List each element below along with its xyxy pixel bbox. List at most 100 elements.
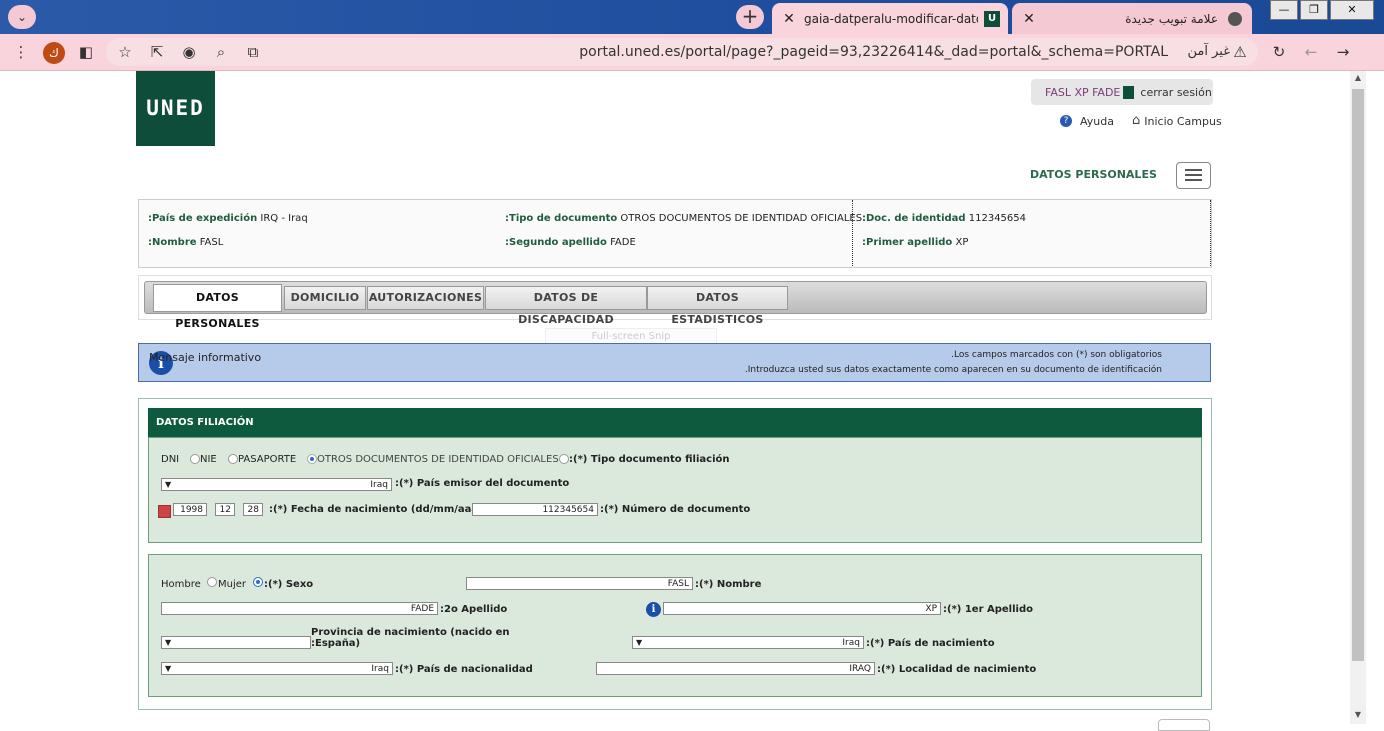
- info-message-1: .Los campos marcados con (*) son obligat…: [951, 350, 1162, 360]
- window-close-button[interactable]: ✕: [1330, 0, 1374, 20]
- num-doc-label: :(*) Número de documento: [600, 504, 751, 515]
- summary-primer-apellido: :Primer apellido XP: [862, 237, 968, 248]
- num-doc-input[interactable]: 112345654: [472, 503, 598, 516]
- birth-month-input[interactable]: 12: [215, 503, 235, 516]
- browser-tab-newtab[interactable]: ✕ علامة تبويب جديدة: [1012, 3, 1252, 34]
- summary-segundo-apellido: :Segundo apellido FADE: [505, 237, 636, 248]
- browser-tab-active[interactable]: ✕ gaia-datperalu-modificar-datosp U: [772, 3, 1008, 34]
- summary-doc-identidad: :Doc. de identidad 112345654: [862, 213, 1026, 224]
- apellido1-input[interactable]: XP: [663, 602, 941, 615]
- nacionalidad-label: :(*) País de nacionalidad: [395, 664, 533, 675]
- summary-label: :País de expedición: [148, 213, 258, 224]
- menu-line: [1185, 179, 1202, 181]
- sexo-hombre-label: Hombre: [161, 579, 201, 590]
- filiacion-form: DATOS FILIACIÓN DNI NIE PASAPORTE OTROS …: [138, 398, 1212, 710]
- plus-icon: +: [741, 4, 759, 28]
- tab-domicilio[interactable]: DOMICILIO: [284, 286, 366, 310]
- scroll-down-icon[interactable]: ▼: [1350, 710, 1366, 724]
- window-controls: — ❐ ✕: [1268, 0, 1374, 20]
- nacionalidad-select[interactable]: ▼ Iraq: [161, 662, 393, 675]
- scrollbar-thumb[interactable]: [1352, 89, 1364, 661]
- pais-emisor-select[interactable]: ▼ Iraq: [161, 478, 392, 491]
- forward-arrow-icon[interactable]: →: [1333, 42, 1353, 62]
- chevron-down-icon: ▼: [165, 664, 172, 673]
- uned-logo[interactable]: UNED: [136, 71, 215, 146]
- star-icon[interactable]: ☆: [115, 42, 135, 62]
- security-text: غير آمن: [1187, 44, 1231, 59]
- omnibox[interactable]: ☆ ⇱ ◉ ⌕ ⧉ portal.uned.es/portal/page?_pa…: [106, 38, 1258, 66]
- section-tabs: DATOS PERSONALES DOMICILIO AUTORIZACIONE…: [138, 275, 1212, 330]
- localidad-label: :(*) Localidad de nacimiento: [877, 664, 1037, 675]
- translate-icon[interactable]: ⧉: [243, 42, 263, 62]
- birth-day-input[interactable]: 28: [243, 503, 263, 516]
- chrome-icon: [1228, 11, 1242, 26]
- home-icon[interactable]: ⌂: [1132, 114, 1140, 128]
- address-bar-row: ⋮ ك ◧ ☆ ⇱ ◉ ⌕ ⧉ portal.uned.es/portal/pa…: [0, 34, 1384, 71]
- tab-datos-estadisticos[interactable]: DATOS ESTADISTICOS: [647, 286, 788, 326]
- close-tab-icon[interactable]: ✕: [1020, 11, 1038, 27]
- tab-datos-discapacidad[interactable]: DATOS DE DISCAPACIDAD: [485, 286, 647, 326]
- tab-search-button[interactable]: ⌄: [8, 5, 36, 29]
- nombre-input[interactable]: FASL: [466, 577, 693, 590]
- tab-autorizaciones[interactable]: AUTORIZACIONES: [367, 286, 484, 310]
- form-header: DATOS FILIACIÓN: [148, 408, 1202, 437]
- summary-nombre: :Nombre FASL: [148, 237, 223, 248]
- sexo-hombre-radio[interactable]: [253, 577, 263, 587]
- summary-label: :Nombre: [148, 237, 197, 248]
- browser-tab-strip: ⌄ + ✕ gaia-datperalu-modificar-datosp U …: [0, 0, 1384, 34]
- birth-year-input[interactable]: 1998: [173, 503, 207, 516]
- new-tab-button[interactable]: +: [736, 5, 764, 29]
- doc-type-otros-radio[interactable]: [307, 454, 317, 464]
- provincia-select[interactable]: ▼: [161, 636, 311, 649]
- reload-icon[interactable]: ↻: [1269, 42, 1289, 62]
- restore-button[interactable]: ❐: [1300, 0, 1328, 20]
- personal-section: Hombre Mujer :(*) Sexo FASL :(*) Nombre …: [148, 554, 1202, 697]
- fecha-label: :(*) Fecha de nacimiento (dd/mm/aaaa): [269, 504, 490, 515]
- vertical-scrollbar[interactable]: ▲ ▼: [1350, 71, 1366, 724]
- localidad-input[interactable]: IRAQ: [596, 662, 875, 675]
- sexo-label: :(*) Sexo: [264, 579, 314, 590]
- zoom-icon[interactable]: ⌕: [211, 42, 231, 62]
- minimize-button[interactable]: —: [1270, 0, 1298, 20]
- home-link[interactable]: Inicio Campus: [1144, 115, 1221, 128]
- help-icon[interactable]: ?: [1060, 115, 1072, 127]
- eye-icon[interactable]: ◉: [179, 42, 199, 62]
- sexo-mujer-radio[interactable]: [207, 577, 217, 587]
- summary-pais-expedicion: :País de expedición IRQ - Iraq: [148, 213, 308, 224]
- side-panel-icon[interactable]: ◧: [76, 42, 96, 62]
- provincia-label-2: :España): [311, 638, 361, 649]
- doc-type-nie-radio[interactable]: [190, 454, 200, 464]
- apellido2-label: :2o Apellido: [440, 604, 508, 615]
- chevron-down-icon: ▼: [636, 638, 643, 647]
- calendar-icon[interactable]: [158, 505, 171, 518]
- summary-value: FASL: [199, 237, 224, 248]
- doc-type-nie-label: NIE: [200, 454, 217, 465]
- summary-tipo-documento: :Tipo de documento OTROS DOCUMENTOS DE I…: [505, 213, 862, 224]
- apellido2-input[interactable]: FADE: [161, 602, 438, 615]
- summary-value: 112345654: [968, 213, 1027, 224]
- warning-icon[interactable]: ⚠: [1230, 42, 1250, 62]
- page-title: DATOS PERSONALES: [1030, 168, 1157, 181]
- scroll-up-icon[interactable]: ▲: [1350, 73, 1366, 87]
- logout-link[interactable]: cerrar sesión: [1140, 86, 1211, 99]
- partial-button[interactable]: [1158, 719, 1210, 731]
- hamburger-menu-button[interactable]: [1176, 162, 1211, 189]
- tab-datos-personales[interactable]: DATOS PERSONALES: [153, 284, 282, 330]
- uned-favicon-icon: U: [984, 10, 1000, 27]
- top-links: ? Ayuda ⌂ Inicio Campus: [1060, 114, 1222, 128]
- nombre-label: :(*) Nombre: [695, 579, 762, 590]
- pais-nacimiento-select[interactable]: ▼ Iraq: [632, 636, 864, 649]
- select-value: Iraq: [842, 638, 860, 648]
- doc-type-pasaporte-radio[interactable]: [228, 454, 238, 464]
- kebab-menu-icon[interactable]: ⋮: [11, 42, 31, 62]
- menu-line: [1185, 174, 1202, 176]
- summary-value: IRQ - Iraq: [260, 213, 308, 224]
- profile-avatar[interactable]: ك: [43, 42, 65, 64]
- close-tab-icon[interactable]: ✕: [780, 11, 798, 27]
- provincia-label-1: Provincia de nacimiento (nacido en: [311, 627, 510, 638]
- help-link[interactable]: Ayuda: [1080, 115, 1114, 128]
- back-arrow-icon[interactable]: ←: [1301, 42, 1321, 62]
- info-icon[interactable]: i: [646, 602, 661, 617]
- doc-type-dni-radio[interactable]: [559, 454, 569, 464]
- share-icon[interactable]: ⇱: [147, 42, 167, 62]
